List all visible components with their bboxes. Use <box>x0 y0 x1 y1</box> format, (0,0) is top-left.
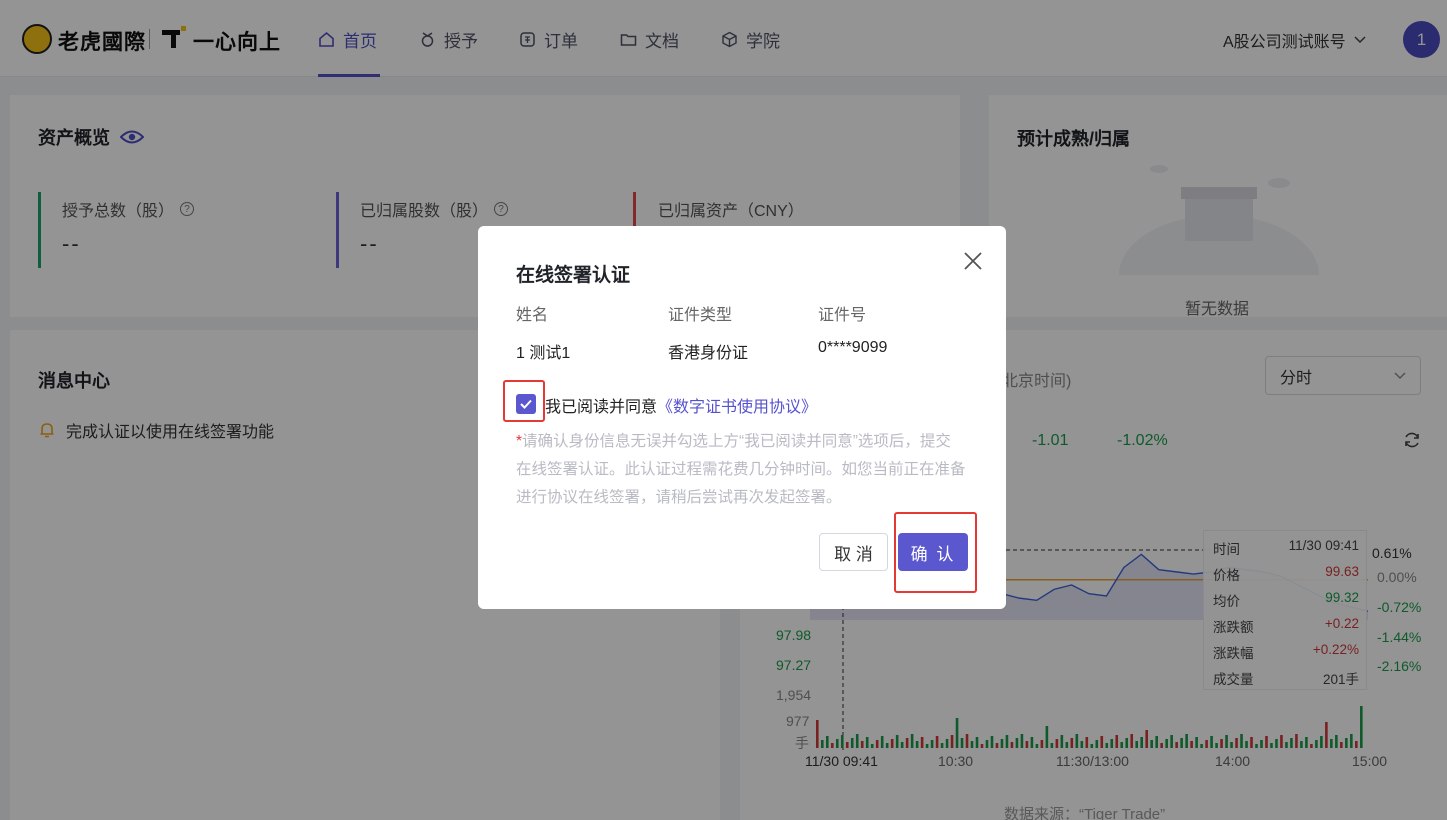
agree-label: 我已阅读并同意《数字证书使用协议》 <box>545 393 817 417</box>
dialog-note: *请确认身份信息无误并勾选上方“我已阅读并同意”选项后，提交在线签署认证。此认证… <box>516 428 966 512</box>
check-icon <box>520 399 532 409</box>
close-icon[interactable] <box>962 250 984 272</box>
note-text: 请确认身份信息无误并勾选上方“我已阅读并同意”选项后，提交在线签署认证。此认证过… <box>516 433 966 506</box>
cell-name: 1 测试1 <box>516 345 571 362</box>
cell-id-number: 0****9099 <box>818 339 888 356</box>
signing-auth-dialog: 在线签署认证 姓名 证件类型 证件号 1 测试1 香港身份证 0****9099… <box>478 226 1006 609</box>
agreement-link[interactable]: 《数字证书使用协议》 <box>657 399 817 416</box>
cancel-button[interactable]: 取 消 <box>819 533 888 571</box>
col-id-type: 证件类型 <box>668 307 733 324</box>
agree-text: 我已阅读并同意 <box>545 399 658 416</box>
confirm-highlight <box>894 512 977 593</box>
dialog-title: 在线签署认证 <box>516 265 631 286</box>
col-name: 姓名 <box>516 307 549 324</box>
col-id-number: 证件号 <box>818 307 867 324</box>
agree-checkbox[interactable] <box>516 394 536 414</box>
cell-id-type: 香港身份证 <box>668 345 749 362</box>
